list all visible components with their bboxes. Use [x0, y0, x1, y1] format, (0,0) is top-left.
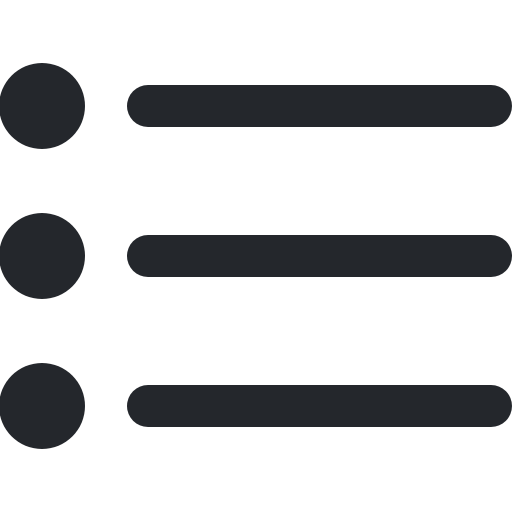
- bullet-dot-2: [0, 213, 85, 299]
- bullet-dot-1: [0, 63, 85, 149]
- list-line-1: [127, 85, 512, 127]
- list-line-2: [127, 235, 512, 277]
- list-line-3: [127, 385, 512, 427]
- bullet-dot-3: [0, 363, 85, 449]
- list-bullets-icon: [0, 63, 512, 449]
- icon-canvas: [0, 0, 512, 512]
